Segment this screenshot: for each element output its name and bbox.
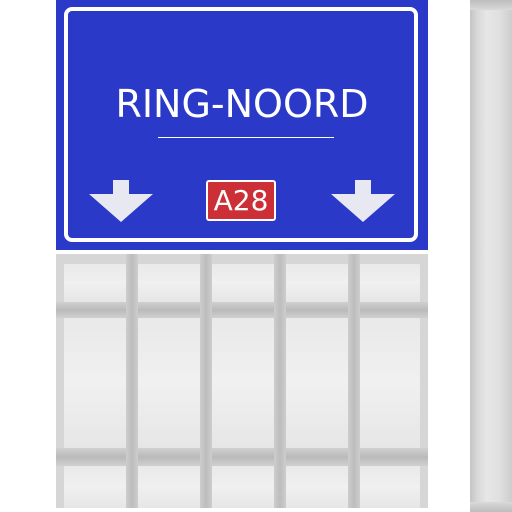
sign-support-structure — [56, 254, 428, 508]
vertical-beam — [348, 254, 360, 508]
structure-cell — [286, 318, 348, 448]
road-sign-scene: RING-NOORD A28 — [0, 0, 512, 512]
direction-sign-panel: RING-NOORD A28 — [56, 0, 428, 250]
sign-post — [470, 0, 512, 512]
structure-cell — [212, 318, 274, 448]
vertical-beam — [274, 254, 286, 508]
arrow-down-icon — [89, 180, 153, 222]
post-cap — [470, 502, 512, 512]
structure-cell — [286, 466, 348, 508]
structure-cell — [360, 264, 420, 302]
structure-cell — [286, 264, 348, 302]
vertical-beam — [126, 254, 138, 508]
structure-cell — [138, 466, 200, 508]
structure-cell — [64, 318, 126, 448]
structure-cell — [212, 264, 274, 302]
post-cap — [470, 0, 512, 10]
structure-cell — [64, 466, 126, 508]
structure-cell — [138, 318, 200, 448]
structure-cell — [360, 318, 420, 448]
vertical-beam — [200, 254, 212, 508]
structure-cell — [212, 466, 274, 508]
structure-cell — [64, 264, 126, 302]
structure-cell — [360, 466, 420, 508]
sign-destination-text: RING-NOORD — [115, 82, 369, 126]
road-number-badge: A28 — [206, 180, 276, 221]
structure-cell — [138, 264, 200, 302]
horizontal-beam — [56, 302, 428, 318]
arrow-down-icon — [331, 180, 395, 222]
sign-divider-line — [158, 137, 334, 138]
horizontal-beam — [56, 448, 428, 466]
